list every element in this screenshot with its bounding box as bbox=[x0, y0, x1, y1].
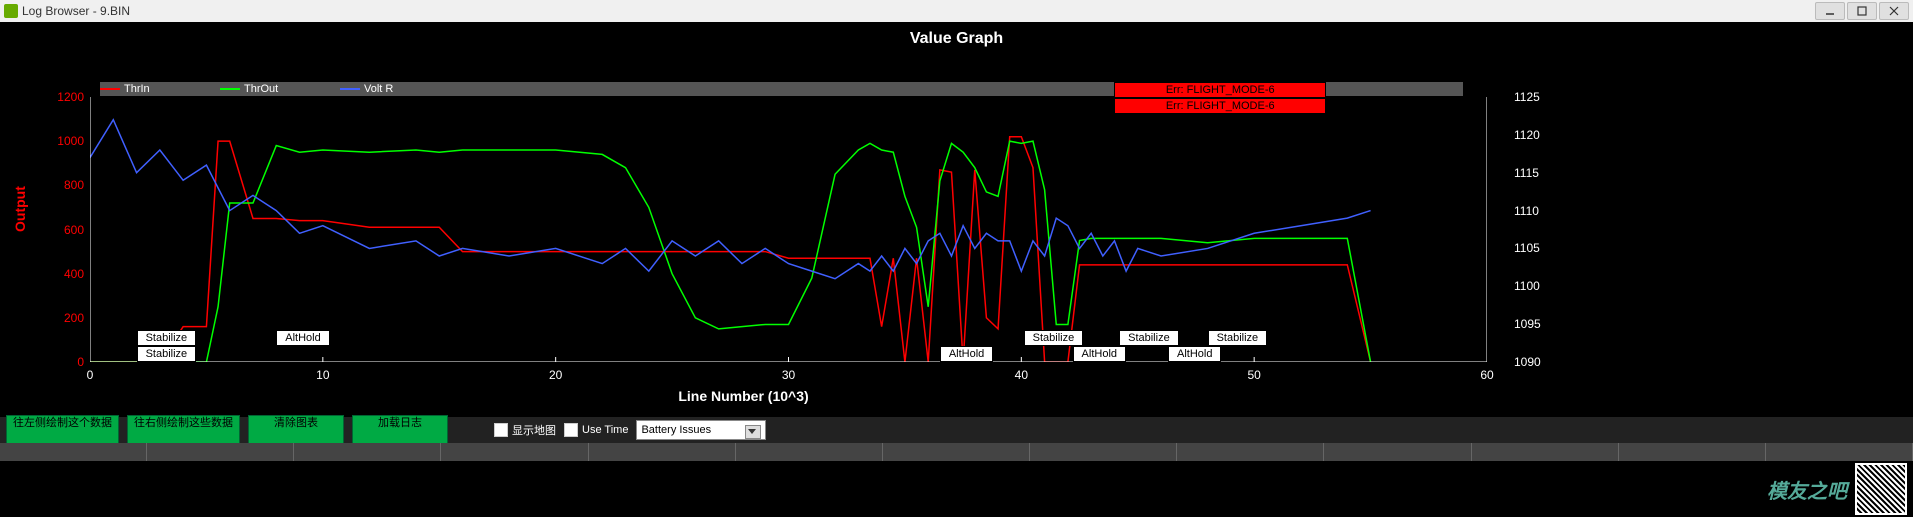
legend-label: ThrOut bbox=[244, 83, 278, 95]
show-map-label: 显示地图 bbox=[512, 422, 556, 438]
app-window: Log Browser - 9.BIN Value Graph ThrIn Thr… bbox=[0, 0, 1913, 517]
legend-swatch bbox=[340, 88, 360, 90]
clear-chart-button[interactable]: 清除图表 bbox=[248, 415, 344, 445]
ytick-right: 1100 bbox=[1514, 279, 1574, 293]
draw-right-button[interactable]: 往右侧绘制这些数据 bbox=[127, 415, 240, 445]
error-flag: Err: FLIGHT_MODE-6 bbox=[1114, 98, 1326, 114]
ytick-left: 200 bbox=[44, 311, 84, 325]
xtick: 60 bbox=[1472, 368, 1502, 382]
ytick-right: 1120 bbox=[1514, 128, 1574, 142]
footer: 模友之吧 bbox=[0, 461, 1913, 517]
mode-label: AltHold bbox=[276, 330, 329, 346]
maximize-button[interactable] bbox=[1847, 2, 1877, 20]
ytick-left: 0 bbox=[44, 355, 84, 369]
mode-label: AltHold bbox=[940, 346, 993, 362]
qr-code bbox=[1855, 463, 1907, 515]
xtick: 50 bbox=[1239, 368, 1269, 382]
ytick-right: 1115 bbox=[1514, 166, 1574, 180]
series-Volt R bbox=[90, 120, 1371, 279]
xtick: 0 bbox=[75, 368, 105, 382]
ytick-right: 1110 bbox=[1514, 204, 1574, 218]
ytick-right: 1105 bbox=[1514, 241, 1574, 255]
load-log-button[interactable]: 加载日志 bbox=[352, 415, 448, 445]
ytick-left: 400 bbox=[44, 267, 84, 281]
status-bar bbox=[0, 443, 1913, 461]
window-title: Log Browser - 9.BIN bbox=[22, 4, 130, 18]
show-map-checkbox[interactable] bbox=[494, 423, 508, 437]
ytick-left: 800 bbox=[44, 178, 84, 192]
mode-label: Stabilize bbox=[137, 330, 197, 346]
ytick-right: 1090 bbox=[1514, 355, 1574, 369]
legend-item[interactable]: ThrOut bbox=[220, 83, 340, 95]
legend-swatch bbox=[220, 88, 240, 90]
x-axis-label: Line Number (10^3) bbox=[0, 388, 1487, 404]
xtick: 40 bbox=[1006, 368, 1036, 382]
xtick: 10 bbox=[308, 368, 338, 382]
xtick: 30 bbox=[774, 368, 804, 382]
watermark-text: 模友之吧 bbox=[1767, 475, 1847, 504]
ytick-right: 1095 bbox=[1514, 317, 1574, 331]
ytick-left: 1000 bbox=[44, 134, 84, 148]
app-icon bbox=[4, 4, 18, 18]
legend-label: ThrIn bbox=[124, 83, 150, 95]
plot[interactable] bbox=[90, 97, 1487, 362]
issues-dropdown[interactable]: Battery Issues bbox=[636, 420, 766, 440]
titlebar: Log Browser - 9.BIN bbox=[0, 0, 1913, 23]
minimize-button[interactable] bbox=[1815, 2, 1845, 20]
y-axis-label-left: Output bbox=[12, 186, 28, 232]
use-time-checkbox[interactable] bbox=[564, 423, 578, 437]
ytick-left: 1200 bbox=[44, 90, 84, 104]
legend-label: Volt R bbox=[364, 83, 393, 95]
legend-item[interactable]: ThrIn bbox=[100, 83, 220, 95]
chart-title: Value Graph bbox=[0, 22, 1913, 52]
legend-item[interactable]: Volt R bbox=[340, 83, 460, 95]
ytick-left: 600 bbox=[44, 223, 84, 237]
mode-label: Stabilize bbox=[1024, 330, 1084, 346]
mode-label: AltHold bbox=[1168, 346, 1221, 362]
issues-dropdown-value: Battery Issues bbox=[641, 424, 711, 436]
ytick-right: 1125 bbox=[1514, 90, 1574, 104]
mode-label: AltHold bbox=[1073, 346, 1126, 362]
chart-area: Value Graph ThrIn ThrOut Volt R Output 0 20… bbox=[0, 22, 1913, 417]
mode-label: Stabilize bbox=[1119, 330, 1179, 346]
legend-swatch bbox=[100, 88, 120, 90]
error-flag: Err: FLIGHT_MODE-6 bbox=[1114, 82, 1326, 98]
use-time-label: Use Time bbox=[582, 424, 628, 436]
close-button[interactable] bbox=[1879, 2, 1909, 20]
toolbar: 往左侧绘制这个数据 往右侧绘制这些数据 清除图表 加载日志 显示地图 Use T… bbox=[0, 417, 1913, 443]
draw-left-button[interactable]: 往左侧绘制这个数据 bbox=[6, 415, 119, 445]
mode-label: Stabilize bbox=[137, 346, 197, 362]
mode-label: Stabilize bbox=[1208, 330, 1268, 346]
xtick: 20 bbox=[541, 368, 571, 382]
